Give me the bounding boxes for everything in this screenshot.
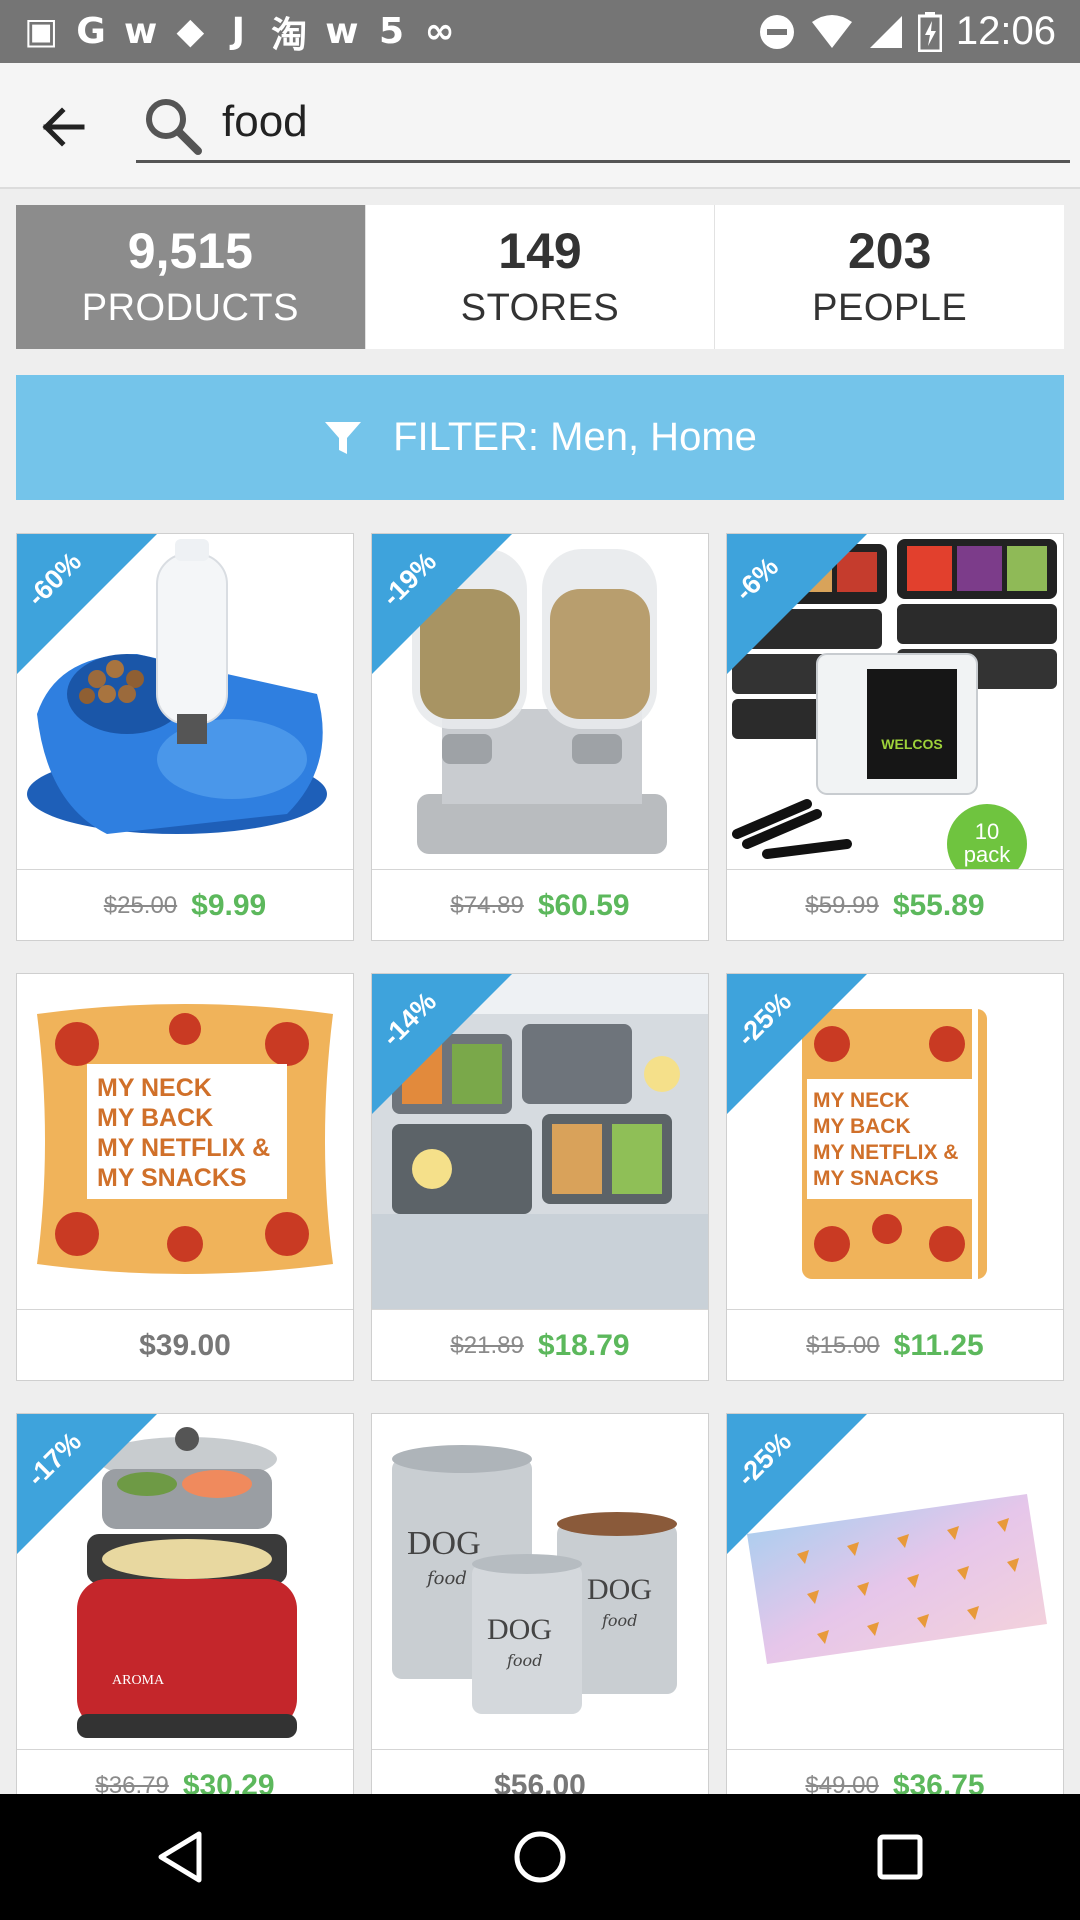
original-price: $25.00 (103, 892, 178, 919)
circle-home-icon (514, 1831, 566, 1883)
product-card[interactable]: -19% $74.89 $60.59 (371, 533, 709, 941)
product-card[interactable]: DOG food DOG food DOG food $56.00 (371, 1413, 709, 1821)
price-row: $39.00 (17, 1311, 353, 1380)
link-icon: ∞ (424, 11, 455, 52)
product-card[interactable]: -25% $49.00 $36.75 (726, 1413, 1064, 1821)
sale-price: $9.99 (191, 889, 267, 922)
html5-icon: 5 (379, 11, 405, 52)
clock: 12:06 (955, 9, 1056, 53)
arrow-back-icon (42, 107, 85, 147)
product-card[interactable]: WELCOS 10 pack -6% $59.99 $55.89 (726, 533, 1064, 941)
art-text-line: MY SNACKS (813, 1167, 939, 1190)
price-row: $15.00 $11.25 (727, 1311, 1063, 1380)
art-text-line: MY SNACKS (97, 1164, 247, 1192)
art-text-line: DOG (487, 1613, 552, 1646)
product-card[interactable]: -60% $25.00 $9.99 (16, 533, 354, 941)
original-price: $59.99 (805, 892, 879, 919)
j-icon: J (231, 11, 245, 52)
art-text-line: food (425, 1568, 467, 1589)
art-text-line: MY NECK (97, 1074, 212, 1102)
products-count: 9,515 (127, 223, 253, 279)
pack-label: pack (964, 842, 1011, 867)
product-card[interactable]: MY NECK MY BACK MY NETFLIX & MY SNACKS $… (16, 973, 354, 1381)
price-row: $59.99 $55.89 (727, 871, 1063, 940)
product-image-pizza-pillow[interactable]: MY NECK MY BACK MY NETFLIX & MY SNACKS (17, 974, 353, 1310)
stores-count: 149 (498, 223, 582, 279)
back-button[interactable] (36, 99, 92, 155)
discount-badge: -14% (372, 974, 512, 1114)
pack-count: 10 (975, 819, 999, 844)
w-icon: w (124, 11, 158, 52)
search-query[interactable]: food (222, 97, 308, 147)
w-icon: w (325, 11, 359, 52)
nav-home-button[interactable] (510, 1827, 570, 1887)
brand-text: WELCOS (881, 736, 942, 752)
search-header: food (0, 63, 1080, 189)
sale-price: $55.89 (892, 889, 985, 922)
signal-icon (869, 15, 902, 48)
status-bar: ▣ G w ◆ J 淘 w 5 ∞ 12:06 (0, 0, 1080, 63)
taobao-icon: 淘 (271, 14, 308, 56)
sale-price: $11.25 (893, 1329, 984, 1362)
navigation-bar (0, 1794, 1080, 1920)
square-recents-icon (877, 1834, 923, 1880)
filter-label: FILTER: Men, Home (393, 415, 757, 459)
tab-stores[interactable]: 149 STORES (366, 205, 716, 349)
price-row: $21.89 $18.79 (372, 1311, 708, 1380)
nav-back-button[interactable] (150, 1827, 210, 1887)
battery-icon (917, 11, 942, 52)
discount-badge: -6% (727, 534, 867, 674)
art-text-line: MY NETFLIX & (813, 1141, 958, 1164)
art-text-line: MY BACK (813, 1115, 911, 1138)
art-text-line: food (506, 1651, 542, 1670)
search-icon (146, 99, 202, 155)
search-input[interactable]: food (136, 85, 1070, 163)
nav-recents-button[interactable] (870, 1827, 930, 1887)
art-text-line: DOG (587, 1573, 652, 1606)
discount-badge: -17% (17, 1414, 157, 1554)
art-text-line: food (601, 1611, 637, 1630)
art-text-line: DOG (407, 1525, 481, 1562)
product-image-dog-food-canisters[interactable]: DOG food DOG food DOG food (372, 1414, 708, 1750)
triangle-back-icon (158, 1831, 202, 1883)
results-tabs: 9,515 PRODUCTS 149 STORES 203 PEOPLE (16, 205, 1064, 349)
shield-icon: ◆ (176, 11, 205, 52)
filter-button[interactable]: FILTER: Men, Home (16, 375, 1064, 500)
art-text-line: MY NETFLIX & (97, 1134, 270, 1162)
original-price: $74.89 (450, 892, 524, 919)
sale-price: $18.79 (537, 1329, 630, 1362)
product-card[interactable]: MY NECK MY BACK MY NETFLIX & MY SNACKS -… (726, 973, 1064, 1381)
price-row: $25.00 $9.99 (17, 871, 353, 940)
do-not-disturb-icon (759, 14, 794, 49)
people-count: 203 (847, 223, 932, 279)
original-price: $21.89 (450, 1332, 524, 1359)
original-price: $15.00 (806, 1332, 880, 1359)
art-text-line: MY BACK (97, 1104, 213, 1132)
product-card[interactable]: -14% $21.89 $18.79 (371, 973, 709, 1381)
tab-products[interactable]: 9,515 PRODUCTS (16, 205, 366, 349)
wifi-icon (811, 14, 852, 48)
sale-price: $60.59 (537, 889, 630, 922)
save-icon: ▣ (24, 11, 59, 52)
tab-people[interactable]: 203 PEOPLE (715, 205, 1064, 349)
product-card[interactable]: AROMA -17% $36.79 $30.29 (16, 1413, 354, 1821)
price-row: $74.89 $60.59 (372, 871, 708, 940)
discount-badge: -25% (727, 1414, 867, 1554)
discount-badge: -25% (727, 974, 867, 1114)
discount-badge: -19% (372, 534, 512, 674)
discount-badge: -60% (17, 534, 157, 674)
products-label: PRODUCTS (81, 287, 299, 329)
people-label: PEOPLE (812, 287, 968, 329)
price: $39.00 (139, 1329, 231, 1362)
google-icon: G (76, 11, 106, 52)
notification-icons: ▣ G w ◆ J 淘 w 5 ∞ (24, 6, 455, 58)
filter-icon (325, 421, 362, 454)
brand-text: AROMA (112, 1673, 165, 1688)
stores-label: STORES (460, 287, 620, 329)
